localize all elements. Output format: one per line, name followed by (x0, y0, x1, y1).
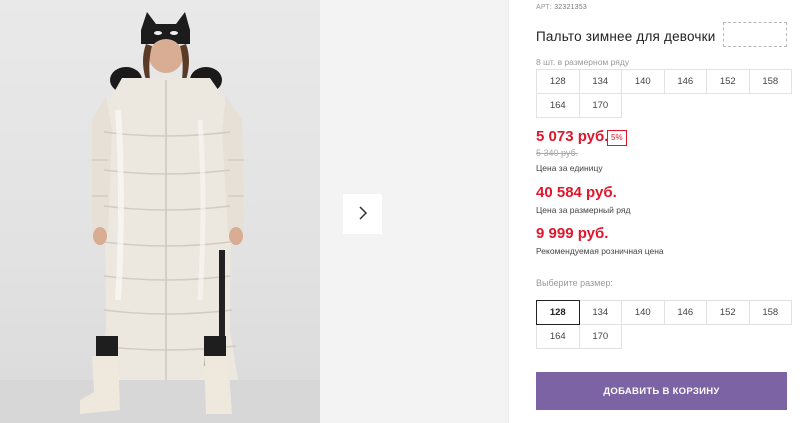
placeholder-box (723, 22, 787, 47)
size-selector: 128 134 140 146 152 158 164 170 (536, 300, 792, 349)
old-price: 5 340 руб. (536, 148, 579, 158)
size-option-164[interactable]: 164 (536, 324, 580, 349)
add-to-cart-button[interactable]: ДОБАВИТЬ В КОРЗИНУ (536, 372, 787, 410)
coat-illustration (0, 12, 320, 423)
size-row-grid: 128 134 140 146 152 158 164 170 (536, 69, 792, 118)
size-row-cell: 140 (621, 69, 665, 94)
size-option-170[interactable]: 170 (578, 324, 622, 349)
gallery-next-button[interactable] (343, 194, 382, 234)
size-row-cell: 164 (536, 93, 580, 118)
size-option-146[interactable]: 146 (663, 300, 707, 325)
size-row-cell: 158 (748, 69, 792, 94)
product-gallery (0, 0, 508, 423)
size-row-cell: 146 (663, 69, 707, 94)
size-row-price-label: Цена за размерный ряд (536, 205, 631, 215)
recommended-price: 9 999 руб. (536, 225, 609, 242)
size-option-134[interactable]: 134 (578, 300, 622, 325)
choose-size-label: Выберите размер: (536, 278, 613, 288)
product-title: Пальто зимнее для девочки (536, 29, 716, 44)
article-code: 32321353 (554, 4, 587, 11)
column-divider (508, 0, 509, 423)
size-row-cell: 128 (536, 69, 580, 94)
unit-price: 5 073 руб. (536, 128, 609, 145)
size-row-cell: 152 (706, 69, 750, 94)
size-row-price: 40 584 руб. (536, 184, 617, 201)
unit-price-label: Цена за единицу (536, 163, 603, 173)
size-option-158[interactable]: 158 (748, 300, 792, 325)
size-option-128[interactable]: 128 (536, 300, 580, 325)
article-label: АРТ: (536, 4, 553, 11)
size-row-cell: 134 (578, 69, 622, 94)
chevron-right-icon (357, 205, 369, 224)
discount-badge: 5% (607, 130, 627, 146)
recommended-price-label: Рекомендуемая розничная цена (536, 246, 664, 256)
size-row-cell: 170 (578, 93, 622, 118)
article-number: АРТ: 32321353 (536, 4, 587, 11)
size-option-152[interactable]: 152 (706, 300, 750, 325)
size-option-140[interactable]: 140 (621, 300, 665, 325)
row-info-text: 8 шт. в размерном ряду (536, 57, 630, 67)
product-info: АРТ: 32321353 Пальто зимнее для девочки … (536, 0, 792, 423)
product-photo (0, 0, 320, 423)
